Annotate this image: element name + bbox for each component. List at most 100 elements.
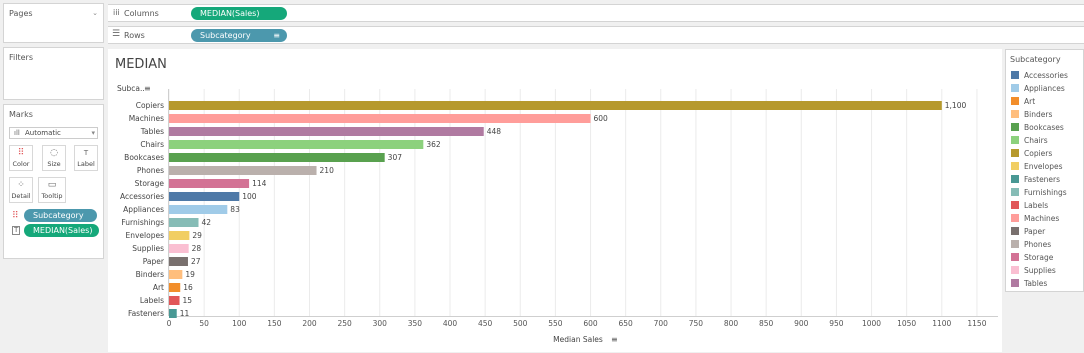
legend-swatch [1011, 71, 1019, 79]
text-label-icon: T [12, 226, 21, 235]
rows-label: Rows [124, 31, 145, 40]
legend-label: Fasteners [1024, 175, 1061, 184]
marks-card: Marks ıll Automatic ▾ ⠿ Color ◌ Size T L… [3, 104, 104, 259]
data-label: 27 [191, 257, 201, 266]
subcategory-mark-pill[interactable]: Subcategory [24, 209, 97, 222]
legend-swatch [1011, 253, 1019, 261]
y-tick-label: Bookcases [124, 153, 164, 162]
bar [169, 218, 199, 227]
legend-swatch [1011, 162, 1019, 170]
text-label-icon: T [83, 149, 89, 157]
x-tick-label: 100 [232, 319, 247, 328]
y-tick-label: Labels [140, 296, 164, 305]
size-button[interactable]: ◌ Size [42, 145, 66, 171]
filters-shelf[interactable]: Filters [3, 47, 104, 100]
data-label: 11 [180, 309, 190, 318]
x-tick-label: 200 [302, 319, 317, 328]
bar [169, 205, 228, 214]
median-sales-column-pill[interactable]: MEDIAN(Sales) [191, 7, 287, 20]
x-tick-label: 600 [583, 319, 598, 328]
median-sales-bar-chart: 0 50 100 150 200 250 300 350 400 450 500 550 600 650 7… [117, 84, 998, 344]
bar [169, 127, 484, 136]
x-tick-label: 400 [443, 319, 458, 328]
bar [169, 309, 177, 318]
median-sales-mark-pill[interactable]: MEDIAN(Sales) [24, 224, 99, 237]
x-tick-label: 800 [724, 319, 739, 328]
data-label: 16 [183, 283, 193, 292]
x-tick-label: 550 [548, 319, 563, 328]
label-button[interactable]: T Label [74, 145, 98, 171]
tooltip-icon: ▭ [47, 180, 57, 190]
data-label: 83 [230, 205, 240, 214]
y-tick-label: Storage [135, 179, 165, 188]
x-tick-label: 700 [654, 319, 669, 328]
y-tick-label: Phones [137, 166, 164, 175]
data-label: 42 [202, 218, 212, 227]
x-tick-label: 750 [689, 319, 704, 328]
pages-label: Pages [9, 9, 33, 18]
legend-label: Art [1024, 97, 1036, 106]
data-label: 15 [183, 296, 193, 305]
legend-label: Binders [1024, 110, 1053, 119]
mark-type-dropdown[interactable]: ıll Automatic ▾ [9, 127, 98, 139]
legend-swatch [1011, 110, 1019, 118]
columns-shelf[interactable]: iii Columns MEDIAN(Sales) [108, 4, 1084, 22]
tooltip-button[interactable]: ▭ Tooltip [38, 177, 66, 203]
bar [169, 179, 250, 188]
rows-shelf[interactable]: ☰ Rows Subcategory ≡ [108, 26, 1084, 44]
data-label: 448 [487, 127, 502, 136]
legend-label: Copiers [1024, 149, 1053, 158]
x-tick-label: 950 [829, 319, 844, 328]
detail-button[interactable]: ⁘ Detail [9, 177, 33, 203]
legend-label: Tables [1024, 279, 1048, 288]
chevron-down-icon[interactable]: ⌄ [92, 9, 98, 17]
bar [169, 283, 181, 292]
x-tick-label: 650 [618, 319, 633, 328]
x-tick-label: 150 [267, 319, 282, 328]
x-axis-title: Median Sales [553, 335, 603, 344]
x-tick-label: 1000 [862, 319, 881, 328]
data-label: 28 [192, 244, 202, 253]
legend-swatch [1011, 97, 1019, 105]
bar [169, 244, 189, 253]
y-tick-label: Art [153, 283, 164, 292]
legend-label: Appliances [1024, 84, 1065, 93]
sort-icon: ≡ [611, 335, 618, 344]
y-tick-label: Accessories [120, 192, 164, 201]
legend-swatch [1011, 279, 1019, 287]
y-tick-label: Envelopes [126, 231, 165, 240]
sort-descending-icon: ≡ [144, 84, 151, 93]
bar [169, 101, 942, 110]
y-tick-label: Tables [140, 127, 164, 136]
subcategory-row-pill[interactable]: Subcategory ≡ [191, 29, 287, 42]
y-tick-label: Appliances [123, 205, 164, 214]
row-header-label: Subca.. [117, 84, 145, 93]
legend-swatch [1011, 84, 1019, 92]
x-tick-label: 900 [794, 319, 809, 328]
legend-swatch [1011, 240, 1019, 248]
chevron-down-icon: ▾ [91, 129, 95, 137]
legend-swatch [1011, 214, 1019, 222]
legend-label: Chairs [1024, 136, 1048, 145]
x-tick-label: 500 [513, 319, 528, 328]
x-tick-label: 850 [759, 319, 774, 328]
color-dots-icon: ⠿ [12, 211, 19, 221]
color-button[interactable]: ⠿ Color [9, 145, 33, 171]
y-tick-label: Chairs [140, 140, 164, 149]
x-tick-label: 300 [373, 319, 388, 328]
x-tick-label: 0 [167, 319, 172, 328]
legend-label: Accessories [1024, 71, 1068, 80]
legend-swatch [1011, 175, 1019, 183]
x-tick-label: 1150 [967, 319, 986, 328]
x-tick-label: 350 [408, 319, 423, 328]
legend-label: Machines [1024, 214, 1060, 223]
legend-label: Envelopes [1024, 162, 1063, 171]
mark-type-value: Automatic [25, 129, 61, 137]
subcategory-legend: Subcategory Accessories Appliances Art Bind… [1005, 49, 1084, 292]
columns-label: Columns [124, 9, 159, 18]
data-label: 1,100 [945, 101, 967, 110]
filters-label: Filters [9, 53, 33, 62]
x-tick-label: 1050 [897, 319, 916, 328]
bar [169, 153, 385, 162]
pages-shelf[interactable]: Pages ⌄ [3, 3, 104, 43]
